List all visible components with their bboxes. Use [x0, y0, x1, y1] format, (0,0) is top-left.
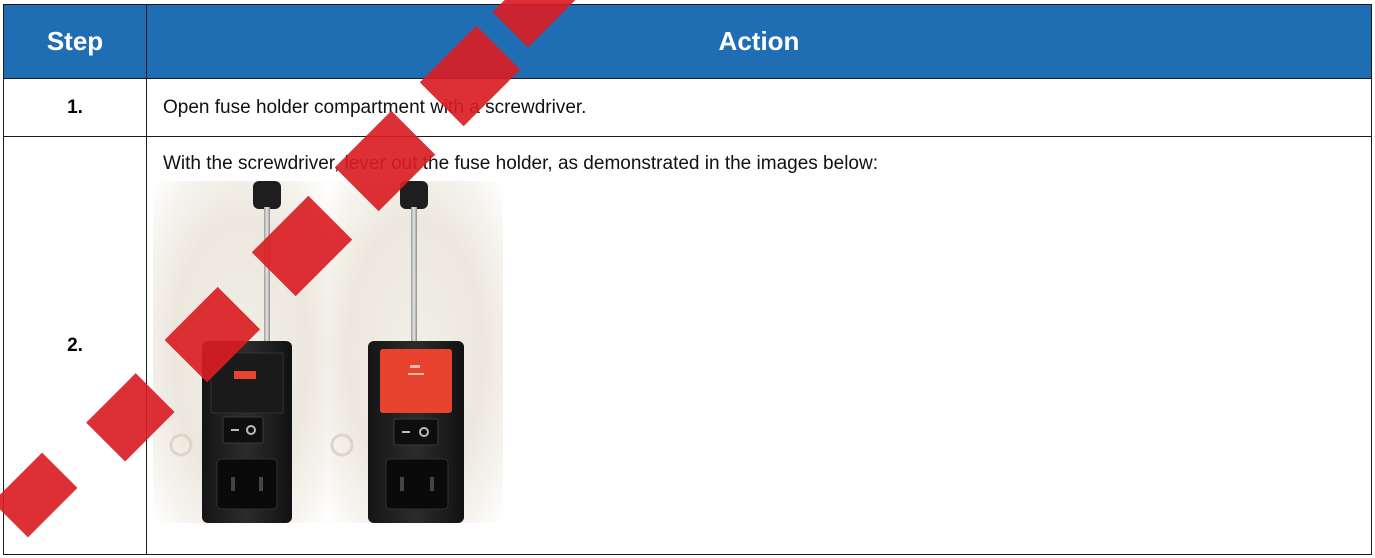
table-header-row: Step Action — [3, 4, 1372, 79]
procedure-table: Step Action 1. Open fuse holder compartm… — [3, 4, 1372, 555]
step-number: 1. — [3, 78, 147, 137]
step-action-text: With the screwdriver, lever out the fuse… — [163, 153, 878, 174]
header-action: Action — [146, 4, 1372, 79]
table-row: 2. With the screwdriver, lever out the f… — [3, 136, 1372, 555]
header-step: Step — [3, 4, 147, 79]
fuse-holder-closed-photo — [153, 181, 328, 523]
fuse-holder-photos — [153, 181, 503, 523]
table-row: 1. Open fuse holder compartment with a s… — [3, 78, 1372, 137]
step-number: 2. — [3, 136, 147, 555]
step-action-cell: With the screwdriver, lever out the fuse… — [146, 136, 1372, 555]
step-action-text: Open fuse holder compartment with a scre… — [146, 78, 1372, 137]
fuse-holder-open-photo — [328, 181, 503, 523]
